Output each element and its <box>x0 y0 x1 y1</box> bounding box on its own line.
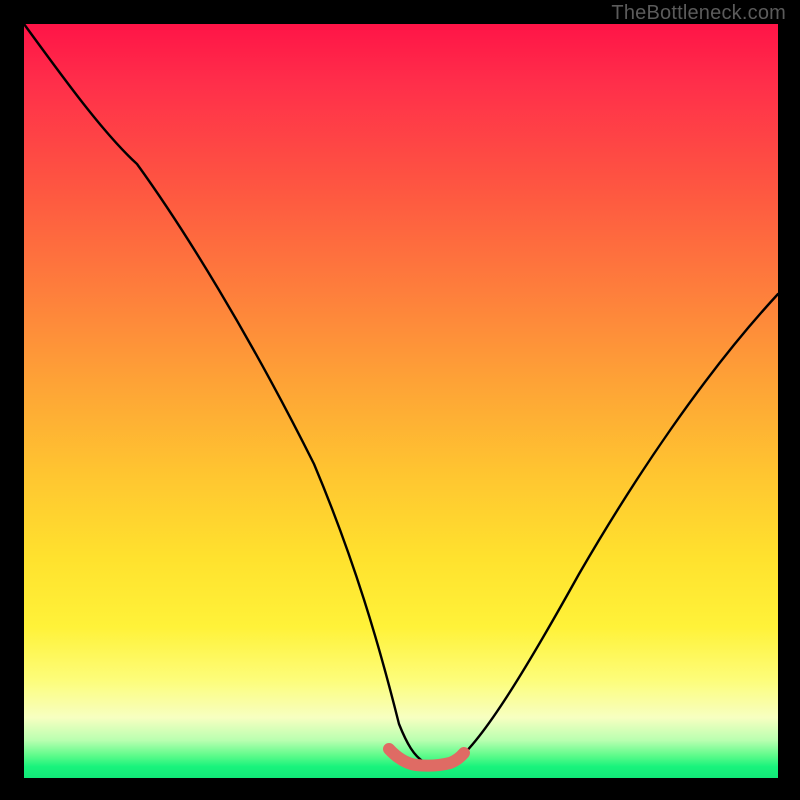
curve-layer <box>24 24 778 778</box>
curve-highlight <box>389 749 464 766</box>
plot-area <box>24 24 778 778</box>
chart-frame: TheBottleneck.com <box>0 0 800 800</box>
bottleneck-curve <box>24 24 778 765</box>
watermark-text: TheBottleneck.com <box>611 2 786 25</box>
